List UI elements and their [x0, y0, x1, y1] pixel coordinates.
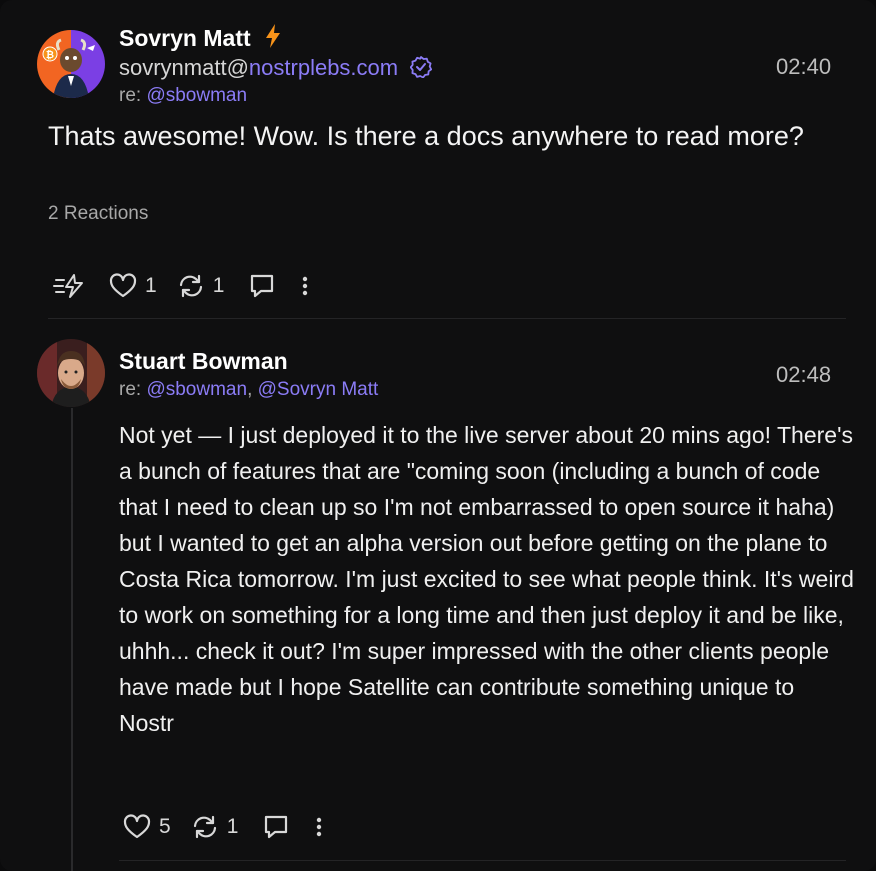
avatar-stuart-bowman[interactable]: [37, 339, 105, 407]
reply-context: re: @sbowman: [119, 85, 247, 107]
author-name-text[interactable]: Sovryn Matt: [119, 25, 251, 51]
repost-icon: [191, 814, 219, 840]
like-button[interactable]: 1: [109, 273, 157, 299]
heart-icon: [123, 814, 151, 840]
mention-link[interactable]: @Sovryn Matt: [258, 379, 379, 400]
post-divider: [48, 318, 846, 319]
like-count: 5: [159, 815, 171, 838]
post-actions: 5 1: [123, 813, 324, 841]
thread-line: [71, 408, 73, 871]
repost-count: 1: [226, 815, 239, 838]
heart-icon: [109, 273, 137, 299]
post-timestamp[interactable]: 02:48: [776, 362, 831, 388]
mention-link[interactable]: @sbowman: [146, 85, 247, 106]
verified-badge-icon: [410, 56, 433, 84]
zap-button[interactable]: [53, 273, 85, 299]
like-count: 1: [145, 274, 157, 297]
svg-text:₿: ₿: [46, 49, 54, 61]
more-button[interactable]: [300, 273, 310, 299]
more-vertical-icon: [300, 273, 310, 299]
post-divider: [119, 860, 846, 861]
post-content: Not yet — I just deployed it to the live…: [119, 422, 854, 736]
repost-button[interactable]: 1: [177, 273, 225, 299]
lightning-icon: [265, 24, 281, 54]
nip05-identifier[interactable]: sovrynmatt@nostrplebs.com: [119, 55, 433, 84]
more-button[interactable]: [314, 814, 324, 840]
reply-icon: [248, 273, 276, 299]
nip05-user: sovrynmatt@: [119, 55, 249, 80]
author-name[interactable]: Sovryn Matt: [119, 24, 281, 54]
reply-button[interactable]: [248, 273, 276, 299]
author-name[interactable]: Stuart Bowman: [119, 348, 288, 375]
reply-icon: [262, 814, 290, 840]
post-actions: 1 1: [53, 272, 310, 300]
repost-button[interactable]: 1: [191, 814, 239, 840]
thread-card: ₿ Sovryn Matt sovrynmatt@nostrplebs.com …: [0, 0, 876, 871]
reply-prefix: re:: [119, 85, 147, 106]
repost-icon: [177, 273, 205, 299]
repost-count: 1: [212, 274, 225, 297]
avatar-sovryn-matt[interactable]: ₿: [37, 30, 105, 98]
mention-link[interactable]: @sbowman: [146, 379, 247, 400]
reply-context: re: @sbowman, @Sovryn Matt: [119, 379, 378, 401]
post-timestamp[interactable]: 02:40: [776, 54, 831, 80]
zap-icon: [53, 273, 85, 299]
reply-prefix: re:: [119, 379, 147, 400]
more-vertical-icon: [314, 814, 324, 840]
reactions-summary[interactable]: 2 Reactions: [48, 203, 148, 225]
mention-separator: ,: [247, 379, 258, 400]
post-content: Thats awesome! Wow. Is there a docs anyw…: [48, 121, 804, 151]
reply-button[interactable]: [262, 814, 290, 840]
like-button[interactable]: 5: [123, 814, 171, 840]
nip05-domain[interactable]: nostrplebs.com: [249, 55, 398, 80]
